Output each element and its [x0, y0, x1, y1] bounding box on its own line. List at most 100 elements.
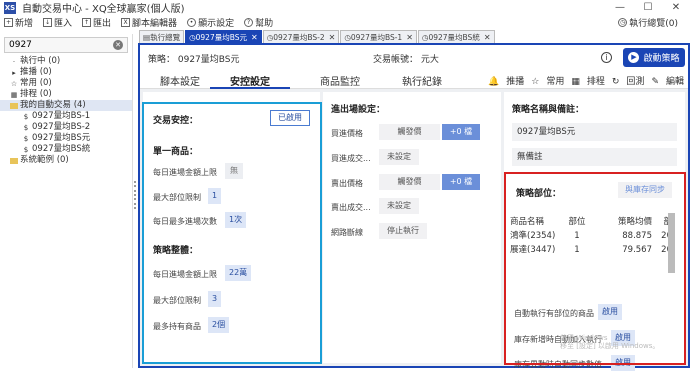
sidebar: ✕ · 執行中 (0) ▸ 推播 (0)☆常用 (0)▦排程 (0)我的自動交易 (4…	[0, 34, 133, 368]
run-icon: ·	[12, 57, 16, 66]
tree-node[interactable]: $0927量均BS統	[0, 144, 132, 155]
new-icon: +	[4, 17, 13, 27]
tree-node[interactable]: $0927量均BS元	[0, 133, 132, 144]
tab-product-monitor[interactable]: 商品監控	[320, 73, 360, 88]
favorite-button[interactable]: ☆ 常用	[531, 74, 564, 87]
menu-import[interactable]: ↓ 匯入	[43, 16, 72, 29]
strategy-name-note-title: 策略名稱與備註：	[512, 105, 585, 115]
info-icon[interactable]: i	[601, 52, 612, 63]
import-icon: ↓	[43, 17, 53, 27]
close-tab-icon[interactable]: ✕	[406, 33, 413, 42]
search-input[interactable]	[9, 40, 109, 50]
strategy-name-field[interactable]: 0927量均BS元	[512, 123, 677, 141]
minimize-button[interactable]: —	[606, 0, 634, 15]
execution-overview-button[interactable]: ◷ 執行總覽(0)	[618, 16, 678, 29]
menu-script-editor[interactable]: X 腳本編輯器	[121, 16, 177, 29]
tab-4[interactable]: ◷ 0927量均BS統 ✕	[417, 30, 495, 43]
strategy-icon: $	[23, 123, 29, 132]
close-tab-icon[interactable]: ✕	[484, 33, 491, 42]
sell-fill-value[interactable]: 未設定	[379, 198, 419, 214]
overall-position-value[interactable]: 3	[208, 291, 222, 307]
tab-1[interactable]: ◷ 0927量均BS元 ✕	[185, 30, 262, 43]
single-limit-value[interactable]: 無	[225, 163, 243, 179]
tab-label: 執行總覽	[150, 32, 181, 42]
sell-price-label: 賣出價格	[331, 179, 363, 188]
table-scrollbar[interactable]	[668, 213, 675, 273]
tree-node[interactable]: ☆ 常用 (0)	[0, 78, 132, 89]
auto-exec-button[interactable]: 啟用	[598, 304, 622, 320]
menu-new[interactable]: + 新增	[4, 16, 33, 29]
menu-help[interactable]: ? 幫助	[244, 16, 273, 29]
tree-node-label: 系統範例 (0)	[20, 155, 69, 165]
strategy-icon: $	[23, 112, 29, 121]
auto-sync-button[interactable]: 啟用	[611, 355, 635, 371]
overall-limit-value[interactable]: 22萬	[225, 265, 252, 281]
strategy-header: 策略： 0927量均BS元 交易帳號： 元大 i ▶ 啟動策略	[140, 45, 688, 71]
column-header[interactable]: 商品名稱	[510, 215, 562, 229]
sidebar-splitter[interactable]	[133, 180, 137, 210]
overall-title: 策略整體：	[153, 246, 199, 256]
sell-trigger-button[interactable]: 觸發價	[379, 174, 440, 190]
start-strategy-button[interactable]: ▶ 啟動策略	[623, 48, 685, 67]
calendar-icon: ▦	[10, 90, 18, 99]
single-entries-value[interactable]: 1次	[225, 212, 247, 228]
tree-node[interactable]: · 執行中 (0)	[0, 56, 132, 67]
edit-button[interactable]: ✎ 編輯	[651, 74, 684, 87]
column-header[interactable]: 策略均價	[592, 215, 652, 229]
tab-3[interactable]: ◷ 0927量均BS-1 ✕	[340, 30, 417, 43]
entry-exit-column: 進出場設定： 買進價格 觸發價 +0 檔 買進成交... 未設定 賣出價格 觸發…	[323, 92, 501, 363]
clear-search-icon[interactable]: ✕	[113, 40, 123, 50]
title-bar: XS 自動交易中心 - XQ全球贏家(個人版) — ☐ ✕	[0, 0, 690, 15]
tab-script-settings[interactable]: 腳本設定	[160, 73, 200, 88]
sell-tick-button[interactable]: +0 檔	[442, 174, 480, 190]
tab-0[interactable]: ▤ 執行總覽	[139, 30, 185, 43]
tab-label: 0927量均BS-2	[273, 32, 325, 42]
table-cell: 1	[574, 231, 580, 241]
tree-node[interactable]: $0927量均BS-1	[0, 111, 132, 122]
buy-trigger-button[interactable]: 觸發價	[379, 124, 440, 140]
tree-node[interactable]: ▦ 排程 (0)	[0, 89, 132, 100]
close-tab-icon[interactable]: ✕	[251, 33, 258, 42]
backtest-button[interactable]: ↻ 回測	[612, 74, 645, 87]
schedule-button[interactable]: ▦ 排程	[571, 74, 605, 87]
maximize-button[interactable]: ☐	[634, 0, 662, 15]
auto-exec-label: 自動執行有部位的商品	[514, 309, 594, 318]
table-row[interactable]: 展達(3447) 1 79.567 20	[510, 243, 678, 257]
sync-inventory-button[interactable]: 與庫存同步	[618, 182, 672, 198]
tree-node[interactable]: 我的自動交易 (4)	[0, 100, 132, 111]
tab-2[interactable]: ◷ 0927量均BS-2 ✕	[262, 30, 340, 43]
close-button[interactable]: ✕	[662, 0, 690, 15]
tree-node-label: 0927量均BS-2	[32, 122, 91, 132]
play-icon: ▶	[628, 52, 640, 63]
close-tab-icon[interactable]: ✕	[329, 33, 336, 42]
single-position-value[interactable]: 1	[208, 188, 222, 204]
strategy-note-field[interactable]: 無備註	[512, 148, 677, 166]
table-cell: 1	[574, 245, 580, 255]
table-row[interactable]: 鴻準(2354) 1 88.875 20	[510, 229, 678, 243]
buy-fill-value[interactable]: 未設定	[379, 149, 419, 165]
menu-export[interactable]: ↑ 匯出	[82, 16, 111, 29]
push-button[interactable]: 🔔 推播	[488, 74, 524, 87]
tree-node[interactable]: 系統範例 (0)	[0, 155, 132, 166]
single-entries-label: 每日最多進場次數	[153, 217, 217, 226]
overview-icon: ◷	[618, 17, 628, 27]
tree-node[interactable]: $0927量均BS-2	[0, 122, 132, 133]
table-cell: 展達(3447)	[510, 245, 556, 255]
tree-node-label: 0927量均BS元	[32, 133, 91, 143]
overview-icon: ▤	[143, 32, 151, 42]
tab-risk-control[interactable]: 安控設定	[230, 73, 270, 88]
menu-display-settings[interactable]: • 顯示設定	[187, 16, 234, 29]
single-limit-label: 每日進場金額上限	[153, 168, 217, 177]
menu-bar: + 新增 ↓ 匯入 ↑ 匯出 X 腳本編輯器 • 顯示設定 ? 幫助 ◷ 執行總覽(0)	[0, 15, 690, 29]
disconnect-value[interactable]: 停止執行	[379, 223, 427, 239]
risk-control-title: 交易安控：	[153, 116, 199, 126]
risk-control-toggle[interactable]: 已啟用	[270, 110, 310, 126]
tab-execution-log[interactable]: 執行紀錄	[402, 73, 442, 88]
overall-holding-value[interactable]: 2個	[208, 317, 230, 333]
tree-node-label: 0927量均BS統	[32, 144, 91, 154]
column-header[interactable]: 部位	[562, 215, 592, 229]
buy-tick-button[interactable]: +0 檔	[442, 124, 480, 140]
tree-node-label: 常用 (0)	[20, 78, 52, 88]
tree-node[interactable]: ▸ 推播 (0)	[0, 67, 132, 78]
tab-label: 0927量均BS元	[195, 32, 248, 42]
